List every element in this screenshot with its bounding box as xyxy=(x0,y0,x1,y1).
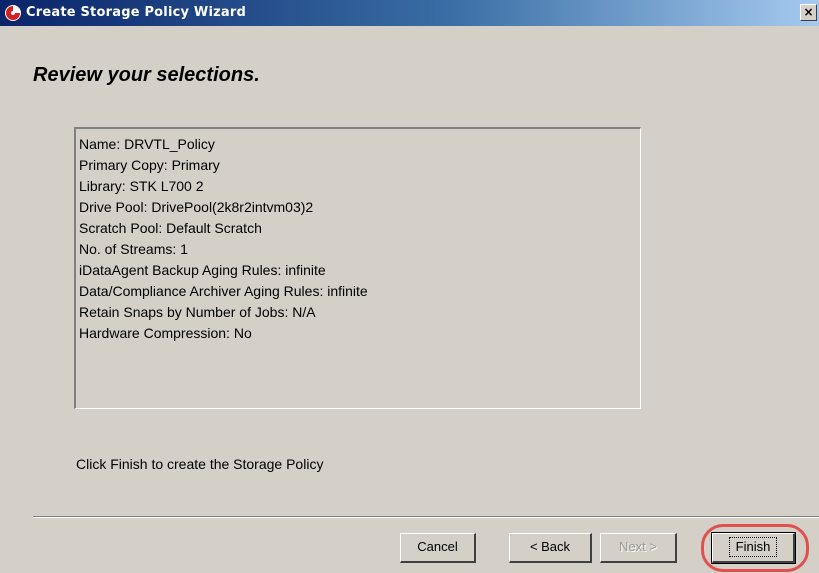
summary-line: Drive Pool: DrivePool(2k8r2intvm03)2 xyxy=(79,199,314,215)
summary-line: Primary Copy: Primary xyxy=(79,157,220,173)
window-title: Create Storage Policy Wizard xyxy=(26,5,246,20)
selection-summary-box: Name: DRVTL_Policy Primary Copy: Primary… xyxy=(74,127,641,409)
cancel-button[interactable]: Cancel xyxy=(400,533,476,563)
summary-line: iDataAgent Backup Aging Rules: infinite xyxy=(79,262,326,278)
page-heading: Review your selections. xyxy=(33,64,260,86)
summary-line: Retain Snaps by Number of Jobs: N/A xyxy=(79,304,316,320)
button-separator xyxy=(33,516,819,518)
wizard-window: Create Storage Policy Wizard × Review yo… xyxy=(0,0,819,573)
summary-line: Library: STK L700 2 xyxy=(79,178,204,194)
summary-line: Name: DRVTL_Policy xyxy=(79,136,215,152)
close-button[interactable]: × xyxy=(800,4,817,21)
summary-line: Scratch Pool: Default Scratch xyxy=(79,220,262,236)
app-logo-icon xyxy=(5,5,21,21)
title-bar: Create Storage Policy Wizard × xyxy=(0,0,819,26)
back-button[interactable]: < Back xyxy=(509,533,592,563)
summary-line: Hardware Compression: No xyxy=(79,325,252,341)
finish-button-label: Finish xyxy=(728,537,778,557)
summary-line: No. of Streams: 1 xyxy=(79,241,188,257)
finish-button[interactable]: Finish xyxy=(711,532,796,564)
close-icon: × xyxy=(803,5,814,19)
next-button[interactable]: Next > xyxy=(600,533,677,563)
summary-line: Data/Compliance Archiver Aging Rules: in… xyxy=(79,283,368,299)
finish-hint-text: Click Finish to create the Storage Polic… xyxy=(76,456,324,472)
